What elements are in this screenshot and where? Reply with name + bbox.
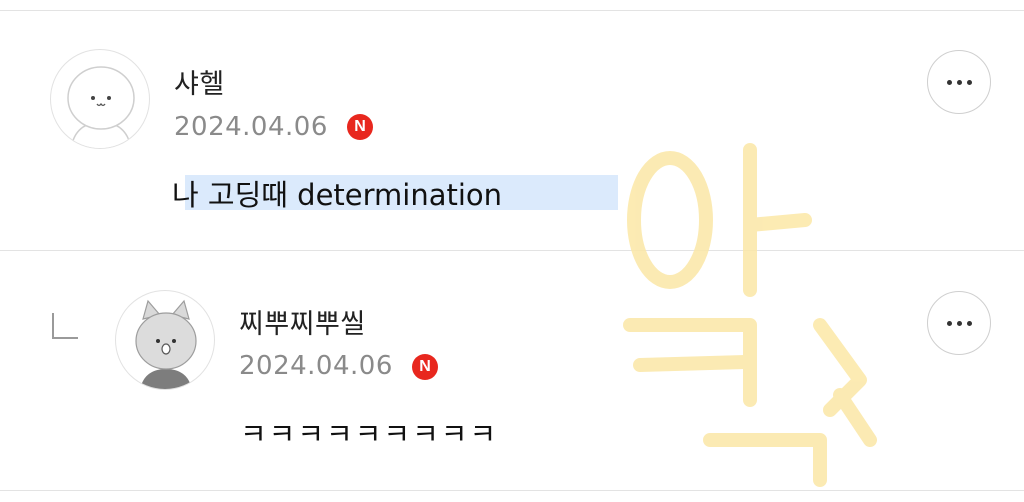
more-options-icon-dot [967,80,972,85]
reply-author[interactable]: 찌뿌찌뿌씰 [239,302,366,341]
bottom-divider [0,490,1024,491]
comment-date: 2024.04.06 [174,112,328,142]
more-options-button[interactable] [927,291,991,355]
reply-text: ㅋㅋㅋㅋㅋㅋㅋㅋㅋ [240,417,499,451]
comment-author[interactable]: 샤헬 [174,62,225,101]
cat-avatar-icon[interactable] [115,290,215,390]
more-options-button[interactable] [927,50,991,114]
comment-list: 샤헬 2024.04.06 N 나 고딩때 determination 찌뿌찌뿌… [0,0,1024,502]
comment-text: 나 고딩때 determination [172,178,503,212]
more-options-icon-dot [967,321,972,326]
reply-arrow-icon [52,313,78,339]
more-options-icon [947,80,952,85]
more-options-icon-dot [957,80,962,85]
more-options-icon-dot [957,321,962,326]
reply-date: 2024.04.06 [239,351,393,381]
new-badge-icon: N [412,354,438,380]
bear-avatar-icon[interactable] [50,49,150,149]
more-options-icon [947,321,952,326]
comment-item: 샤헬 2024.04.06 N 나 고딩때 determination [0,0,1024,250]
new-badge-icon: N [347,114,373,140]
